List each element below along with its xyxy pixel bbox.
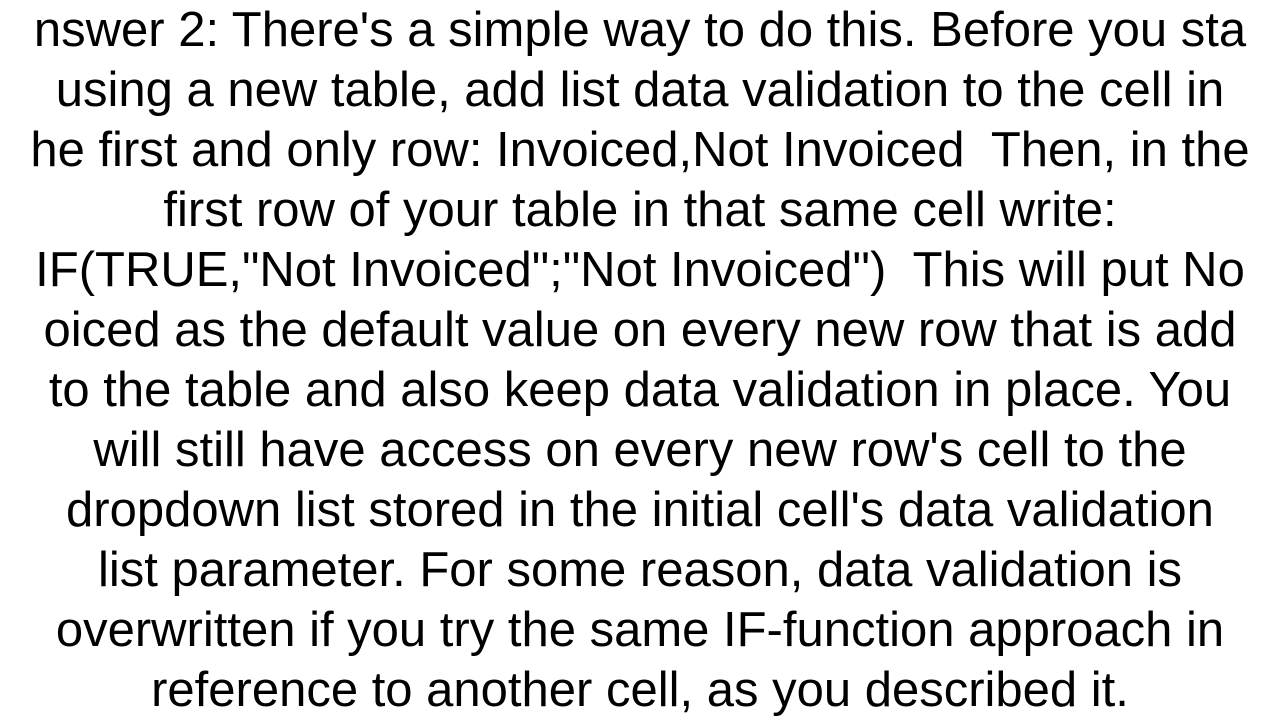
answer-text-block: nswer 2: There's a simple way to do this…	[0, 0, 1280, 720]
